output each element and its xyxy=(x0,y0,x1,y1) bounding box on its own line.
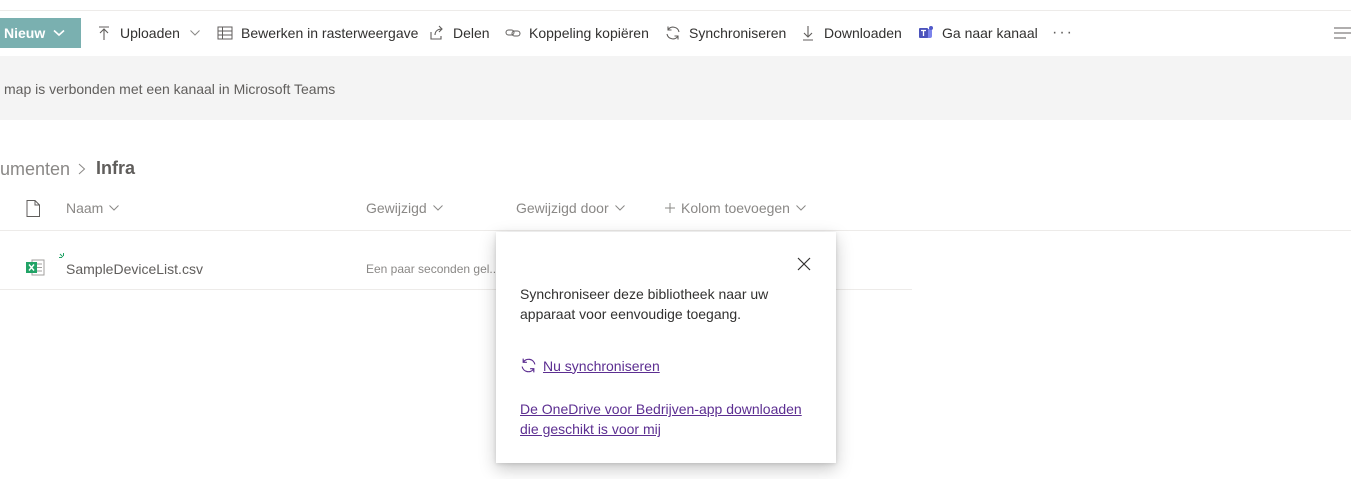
sync-button[interactable]: Synchroniseren xyxy=(665,23,786,43)
view-options-icon[interactable] xyxy=(1334,27,1351,39)
sync-icon xyxy=(521,358,536,373)
share-button[interactable]: Delen xyxy=(429,23,490,43)
sync-label: Synchroniseren xyxy=(689,25,787,41)
new-button-label: Nieuw xyxy=(4,25,46,41)
share-label: Delen xyxy=(453,25,490,41)
download-icon xyxy=(803,26,813,41)
go-to-channel-button[interactable]: Ga naar kanaal xyxy=(918,23,1038,43)
go-to-channel-label: Ga naar kanaal xyxy=(942,25,1038,41)
teams-icon xyxy=(919,26,933,38)
breadcrumb-current: Infra xyxy=(96,158,136,178)
header-divider xyxy=(0,230,1351,231)
upload-label: Uploaden xyxy=(120,25,180,41)
share-icon xyxy=(430,25,443,40)
sync-now-link[interactable]: Nu synchroniseren xyxy=(520,357,660,374)
teams-banner: map is verbonden met een kanaal in Micro… xyxy=(0,56,1351,120)
chevron-right-icon xyxy=(78,163,86,175)
new-button[interactable]: Nieuw xyxy=(0,18,81,48)
column-modified-by-label: Gewijzigd door xyxy=(516,200,609,216)
download-button[interactable]: Downloaden xyxy=(800,23,902,43)
file-modified: Een paar seconden gel... xyxy=(366,262,500,276)
link-icon xyxy=(505,29,521,37)
sync-now-label: Nu synchroniseren xyxy=(543,357,660,374)
close-icon[interactable] xyxy=(796,256,812,272)
excel-file-icon xyxy=(26,259,45,276)
copy-link-label: Koppeling kopiëren xyxy=(529,25,649,41)
banner-text: map is verbonden met een kanaal in Micro… xyxy=(4,81,336,97)
chevron-down-icon xyxy=(796,205,806,211)
upload-button[interactable]: Uploaden xyxy=(96,23,200,43)
column-header-modified-by[interactable]: Gewijzigd door xyxy=(516,200,625,216)
grid-icon xyxy=(217,26,233,40)
sync-message: Synchroniseer deze bibliotheek naar uw a… xyxy=(520,286,769,322)
add-column-label: Kolom toevoegen xyxy=(681,200,790,216)
copy-link-button[interactable]: Koppeling kopiëren xyxy=(505,23,649,43)
sync-callout: Synchroniseer deze bibliotheek naar uw a… xyxy=(496,232,836,463)
grid-edit-label: Bewerken in rasterweergave xyxy=(241,25,419,41)
column-modified-label: Gewijzigd xyxy=(366,200,427,216)
onedrive-download-link[interactable]: De OneDrive voor Bedrijven-app downloade… xyxy=(520,399,820,439)
plus-icon xyxy=(665,203,675,213)
command-bar: Nieuw Uploaden Bewerken in rasterweergav… xyxy=(0,11,1351,55)
breadcrumb-parent[interactable]: umenten xyxy=(0,159,70,180)
download-label: Downloaden xyxy=(824,25,902,41)
column-name-label: Naam xyxy=(66,200,104,216)
chevron-down-icon xyxy=(614,205,625,211)
column-header-name[interactable]: Naam xyxy=(66,200,120,216)
chevron-down-icon xyxy=(109,205,120,211)
sync-icon xyxy=(666,26,680,40)
add-column-button[interactable]: Kolom toevoegen xyxy=(665,200,806,216)
file-type-icon[interactable] xyxy=(26,200,40,217)
column-header-modified[interactable]: Gewijzigd xyxy=(366,200,443,216)
upload-icon xyxy=(99,26,109,40)
chevron-down-icon xyxy=(190,30,200,36)
chevron-down-icon xyxy=(432,205,443,211)
more-options-button[interactable]: ··· xyxy=(1052,24,1074,42)
chevron-down-icon xyxy=(53,29,65,37)
file-name[interactable]: SampleDeviceList.csv xyxy=(66,261,203,277)
grid-edit-button[interactable]: Bewerken in rasterweergave xyxy=(217,23,418,43)
